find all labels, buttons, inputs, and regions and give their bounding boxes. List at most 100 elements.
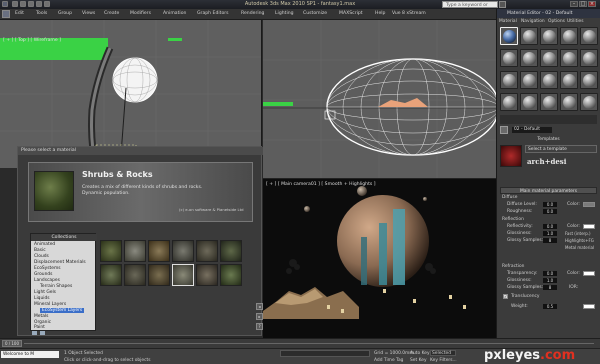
material-slot[interactable] (540, 71, 558, 89)
translucency-checkbox[interactable]: ✓ (503, 294, 508, 299)
material-slot[interactable] (580, 93, 598, 111)
close-button[interactable]: × (588, 1, 596, 7)
collection-item[interactable]: Basic (34, 248, 46, 253)
collection-item[interactable]: Paint (34, 325, 45, 330)
material-slot[interactable] (500, 49, 518, 67)
metal-material-checkbox[interactable]: Metal material (565, 245, 594, 250)
material-slot[interactable] (500, 93, 518, 111)
menu-navigation[interactable]: Navigation (521, 19, 545, 24)
fast-interp-checkbox[interactable]: Fast (interp.) (565, 231, 591, 236)
menu-utilities[interactable]: Utilities (567, 19, 584, 24)
refr-samples-spinner[interactable]: 8 (543, 285, 557, 290)
menu-customize[interactable]: Customize (303, 11, 327, 16)
material-slot[interactable] (520, 93, 538, 111)
refl-samples-spinner[interactable]: 8 (543, 238, 557, 243)
add-time-tag[interactable]: Add Time Tag (374, 358, 403, 363)
material-thumbnail[interactable] (124, 264, 146, 286)
weight-spinner[interactable]: 0.5 (543, 304, 557, 309)
material-thumbnail[interactable] (100, 264, 122, 286)
refr-glossiness-spinner[interactable]: 1.0 (543, 278, 557, 283)
menu-edit[interactable]: Edit (15, 11, 24, 16)
material-slot-active[interactable] (500, 27, 518, 45)
menu-material[interactable]: Material (499, 19, 517, 24)
diffuse-level-spinner[interactable]: 0.0 (543, 202, 557, 207)
folder-icon[interactable] (32, 331, 37, 335)
viewport-perspective[interactable]: [ + ] [ Main camera01 ] [ Smooth + Highl… (263, 178, 496, 338)
eyedropper-icon[interactable] (500, 126, 508, 134)
reflectivity-spinner[interactable]: 0.0 (543, 224, 557, 229)
material-thumbnail[interactable] (196, 264, 218, 286)
autokey-dropdown[interactable]: Selected (430, 350, 456, 356)
key-filters-button[interactable]: Key Filters... (430, 358, 457, 363)
application-button-icon[interactable] (2, 10, 10, 18)
help-icon[interactable]: ? (256, 323, 263, 330)
diffuse-color-swatch[interactable] (583, 202, 595, 207)
material-name-field[interactable]: 02 - Default (512, 127, 552, 133)
material-thumbnail[interactable] (100, 240, 122, 262)
menu-group[interactable]: Group (58, 11, 72, 16)
material-thumbnail[interactable] (124, 240, 146, 262)
top-viewport-label[interactable]: [ + ] [ Top ] [ Wireframe ] (3, 38, 61, 43)
menu-options[interactable]: Options (548, 19, 565, 24)
collection-item[interactable]: Clouds (34, 254, 49, 259)
refl-glossiness-spinner[interactable]: 1.0 (543, 231, 557, 236)
material-thumbnail[interactable] (220, 240, 242, 262)
collection-item[interactable]: Grounds (34, 272, 52, 277)
search-input[interactable]: Type a keyword or phrase (442, 1, 498, 15)
material-slot[interactable] (520, 71, 538, 89)
collection-item[interactable]: Landscapes (34, 278, 60, 283)
material-thumbnail[interactable] (220, 264, 242, 286)
collection-item-selected[interactable]: EcoSystem Layers (40, 308, 85, 313)
roughness-spinner[interactable]: 0.0 (543, 209, 557, 214)
material-slot[interactable] (560, 27, 578, 45)
material-slot[interactable] (580, 49, 598, 67)
menu-vue-xstream[interactable]: Vue 8 xStream (392, 11, 426, 16)
menu-tools[interactable]: Tools (36, 11, 47, 16)
cancel-icon[interactable]: ▸ (256, 313, 263, 320)
material-slot[interactable] (560, 71, 578, 89)
collection-item[interactable]: EcoSystems (34, 266, 61, 271)
material-slot[interactable] (560, 49, 578, 67)
material-slot[interactable] (540, 93, 558, 111)
viewport-front[interactable] (263, 20, 496, 178)
menu-graph-editors[interactable]: Graph Editors (197, 11, 229, 16)
perspective-viewport-label[interactable]: [ + ] [ Main camera01 ] [ Smooth + Highl… (266, 182, 376, 187)
material-thumbnail-selected[interactable] (172, 264, 194, 286)
menu-create[interactable]: Create (104, 11, 119, 16)
collection-item[interactable]: Metals (34, 314, 48, 319)
time-slider[interactable]: 0 / 100 (2, 340, 22, 347)
refraction-color-swatch[interactable] (583, 271, 595, 276)
menu-help[interactable]: Help (375, 11, 385, 16)
material-thumbnail[interactable] (172, 240, 194, 262)
timeline[interactable]: 0 / 100 (0, 338, 600, 348)
add-icon[interactable] (40, 331, 45, 335)
material-thumbnail[interactable] (148, 264, 170, 286)
maxscript-listener[interactable]: Welcome to M (1, 351, 59, 358)
collection-item[interactable]: Terrain Shapes (40, 284, 72, 289)
material-slot[interactable] (520, 27, 538, 45)
reflection-color-swatch[interactable] (583, 224, 595, 229)
material-slot[interactable] (540, 49, 558, 67)
material-slot[interactable] (580, 27, 598, 45)
menu-maxscript[interactable]: MAXScript (339, 11, 363, 16)
binoculars-icon[interactable] (499, 1, 506, 8)
menu-lighting[interactable]: Lighting (275, 11, 294, 16)
collection-item[interactable]: Liquids (34, 296, 50, 301)
collection-item[interactable]: Displacement Materials (34, 260, 86, 265)
coordinate-fields[interactable] (280, 350, 370, 357)
ok-icon[interactable]: ◂ (256, 303, 263, 310)
material-slot[interactable] (560, 93, 578, 111)
collection-item[interactable]: Light Gels (34, 290, 56, 295)
new-icon[interactable] (12, 1, 18, 7)
collection-item[interactable]: Animated (34, 242, 55, 247)
maximize-button[interactable]: □ (579, 1, 587, 7)
material-slot[interactable] (580, 71, 598, 89)
transparency-spinner[interactable]: 0.0 (543, 271, 557, 276)
template-select[interactable]: Select a template (525, 145, 597, 153)
highlights-fg-checkbox[interactable]: Highlights+FG (565, 238, 594, 243)
material-slot[interactable] (500, 71, 518, 89)
redo-icon[interactable] (44, 1, 50, 7)
undo-icon[interactable] (36, 1, 42, 7)
menu-rendering[interactable]: Rendering (241, 11, 264, 16)
menu-views[interactable]: Views (82, 11, 95, 16)
